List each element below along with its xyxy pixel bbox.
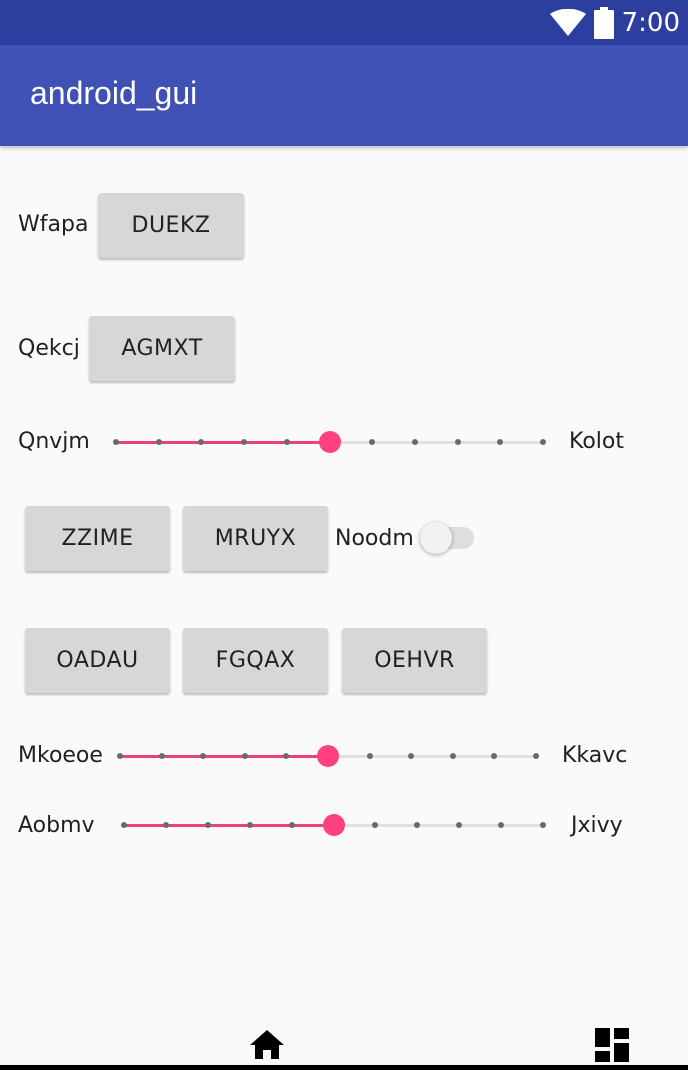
status-time: 7:00 — [621, 8, 680, 38]
zzime-button[interactable]: ZZIME — [25, 506, 170, 571]
fgqax-button[interactable]: FGQAX — [183, 628, 328, 693]
slider-tick — [454, 439, 461, 445]
wifi-icon — [549, 9, 586, 37]
duekz-button[interactable]: DUEKZ — [98, 193, 244, 258]
noodm-switch[interactable] — [420, 522, 482, 556]
switch-thumb — [420, 522, 452, 554]
slider1-right-label: Kolot — [569, 429, 624, 454]
navigation-bar — [0, 1010, 688, 1070]
app-bar: android_gui — [0, 45, 688, 146]
slider-tick — [498, 822, 505, 828]
slider-thumb[interactable] — [317, 745, 339, 767]
slider-tick — [491, 753, 498, 759]
slider-tick — [540, 822, 546, 828]
slider-tick — [158, 753, 165, 759]
wfapa-label: Wfapa — [18, 212, 89, 237]
slider-fill — [116, 441, 330, 444]
slider-tick — [204, 822, 211, 828]
slider2-left-label: Mkoeoe — [18, 743, 103, 768]
slider-tick — [198, 439, 205, 445]
slider-tick — [408, 753, 415, 759]
battery-icon — [593, 7, 614, 39]
slider-tick — [117, 753, 123, 759]
slider-fill — [120, 755, 328, 758]
slider3-right-label: Jxivy — [571, 813, 623, 838]
oadau-button[interactable]: OADAU — [25, 628, 170, 693]
aobmv-jxivy-slider[interactable] — [121, 810, 546, 840]
slider-tick — [162, 822, 169, 828]
slider-tick — [540, 439, 546, 445]
qnvjm-kolot-slider[interactable] — [113, 427, 546, 457]
mkoeoe-kkavc-slider[interactable] — [117, 741, 539, 771]
agmxt-button[interactable]: AGMXT — [89, 316, 235, 381]
slider-tick — [200, 753, 207, 759]
slider-tick — [241, 753, 248, 759]
slider-thumb[interactable] — [318, 431, 341, 453]
slider-tick — [121, 822, 127, 828]
qekcj-label: Qekcj — [18, 336, 80, 361]
mruyx-button[interactable]: MRUYX — [183, 506, 328, 571]
slider1-left-label: Qnvjm — [18, 429, 90, 454]
home-icon[interactable] — [249, 1028, 285, 1064]
noodm-switch-label: Noodm — [335, 526, 414, 551]
oehvr-button[interactable]: OEHVR — [342, 628, 487, 693]
slider-tick — [369, 439, 376, 445]
status-bar: 7:00 — [0, 0, 688, 45]
slider-tick — [449, 753, 456, 759]
slider-tick — [411, 439, 418, 445]
slider-tick — [113, 439, 119, 445]
slider-tick — [155, 439, 162, 445]
slider-tick — [288, 822, 295, 828]
slider-tick — [497, 439, 504, 445]
slider-tick — [283, 439, 290, 445]
app-title: android_gui — [30, 75, 198, 111]
status-icons: 7:00 — [549, 6, 680, 40]
slider-tick — [372, 822, 379, 828]
slider-fill — [124, 824, 334, 827]
slider-tick — [414, 822, 421, 828]
slider-tick — [366, 753, 373, 759]
slider-thumb[interactable] — [322, 814, 345, 836]
nav-bottom-line — [0, 1065, 688, 1070]
slider3-left-label: Aobmv — [18, 813, 95, 838]
slider-tick — [241, 439, 248, 445]
slider2-right-label: Kkavc — [562, 743, 628, 768]
dashboard-icon[interactable] — [595, 1028, 629, 1066]
slider-tick — [456, 822, 463, 828]
slider-tick — [246, 822, 253, 828]
slider-tick — [283, 753, 290, 759]
slider-tick — [533, 753, 539, 759]
